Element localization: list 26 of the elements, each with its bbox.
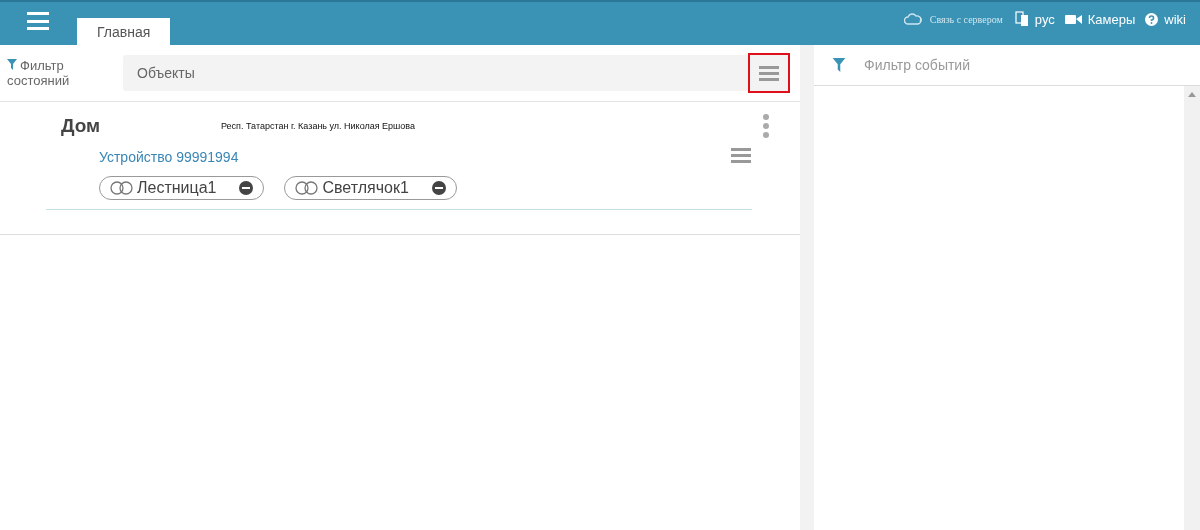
objects-field[interactable]: Объекты — [123, 55, 748, 91]
device-link[interactable]: Устройство 99991994 — [99, 148, 725, 165]
video-camera-icon — [1064, 13, 1082, 25]
filter-icon — [832, 58, 846, 72]
cameras-link[interactable]: Камеры — [1087, 11, 1136, 27]
translate-icon — [1014, 11, 1029, 27]
toggle-icon — [110, 181, 134, 195]
help-icon — [1145, 12, 1159, 26]
scrollbar[interactable] — [1184, 86, 1200, 530]
more-options-icon[interactable] — [763, 114, 769, 138]
state-filter-button[interactable]: Фильтр состояний — [7, 58, 117, 88]
tab[interactable]: Главная — [77, 18, 170, 45]
filter-icon — [7, 59, 17, 70]
scroll-up-arrow-icon[interactable] — [1188, 92, 1196, 97]
toggle-icon — [295, 181, 320, 195]
menu-icon[interactable] — [27, 12, 49, 30]
object-name: Дом — [61, 115, 102, 137]
wiki-link[interactable]: wiki — [1164, 11, 1186, 27]
cloud-icon — [903, 13, 924, 25]
server-status: Связь с сервером — [929, 13, 1003, 25]
menu-icon — [759, 65, 779, 81]
object-address: Респ. Татарстан г. Казань ул. Николая Ершова — [221, 121, 417, 131]
remove-icon[interactable] — [431, 181, 446, 195]
remove-icon[interactable] — [239, 181, 254, 195]
menu-button[interactable] — [748, 53, 790, 93]
language-link[interactable]: рус — [1034, 11, 1055, 27]
